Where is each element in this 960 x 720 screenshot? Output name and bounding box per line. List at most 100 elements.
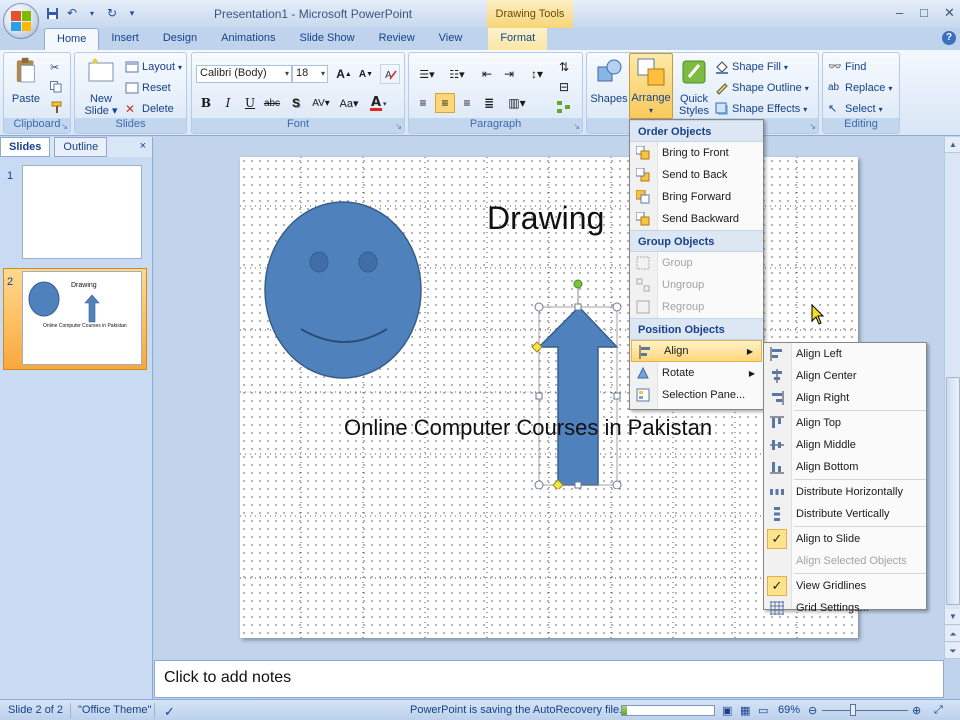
reset-button[interactable]: Reset xyxy=(125,79,171,97)
select-button[interactable]: ↖ Select ▾ xyxy=(828,100,883,118)
next-slide-icon[interactable]: ⏷ xyxy=(945,643,960,659)
slides-pane-tab[interactable]: Slides xyxy=(0,137,51,157)
justify-text-icon[interactable]: ≣ xyxy=(479,93,499,113)
text-direction-icon[interactable]: ⇅ xyxy=(554,57,574,77)
grid-settings-item[interactable]: Grid Settings... xyxy=(764,597,926,619)
smiley-face-shape[interactable] xyxy=(263,197,433,387)
ungroup-item[interactable]: Ungroup xyxy=(630,274,763,296)
customize-qat-icon[interactable]: ▾ xyxy=(124,5,140,21)
selection-pane-item[interactable]: Selection Pane... xyxy=(630,384,763,406)
previous-slide-icon[interactable]: ⏶ xyxy=(945,626,960,642)
clear-formatting-icon[interactable]: A xyxy=(380,64,400,84)
strikethrough-icon[interactable]: abc xyxy=(262,93,282,113)
tab-slide-show[interactable]: Slide Show xyxy=(288,28,367,50)
align-right-item[interactable]: Align Right xyxy=(764,387,926,409)
align-left-text-icon[interactable]: ≡ xyxy=(413,93,433,113)
shapes-button[interactable]: Shapes xyxy=(589,57,629,105)
delete-button[interactable]: ✕ Delete xyxy=(125,100,174,118)
rotate-item[interactable]: Rotate ▶ xyxy=(630,362,763,384)
normal-view-icon[interactable]: ▣ xyxy=(722,704,732,717)
zoom-in-icon[interactable]: ⊕ xyxy=(912,704,921,717)
slide-title[interactable]: Drawing xyxy=(487,200,604,237)
distribute-vertically-item[interactable]: Distribute Vertically xyxy=(764,503,926,525)
tab-animations[interactable]: Animations xyxy=(209,28,287,50)
slide-subtitle[interactable]: Online Computer Courses in Pakistan xyxy=(344,415,712,441)
scroll-down-icon[interactable]: ▼ xyxy=(945,609,960,625)
increase-indent-icon[interactable]: ⇥ xyxy=(499,64,519,84)
align-center-item[interactable]: Align Center xyxy=(764,365,926,387)
text-shadow-icon[interactable]: S xyxy=(286,93,306,113)
office-button[interactable] xyxy=(3,3,39,39)
replace-button[interactable]: ab Replace ▾ xyxy=(828,79,892,97)
zoom-slider-thumb[interactable] xyxy=(850,704,856,716)
font-family-combo[interactable]: Calibri (Body) ▾ xyxy=(196,65,292,83)
align-to-slide-item[interactable]: ✓ Align to Slide xyxy=(764,528,926,550)
underline-icon[interactable]: U xyxy=(240,93,260,113)
vertical-scrollbar[interactable]: ▲ ▼ ⏶ ⏷ xyxy=(944,137,960,659)
shape-effects-button[interactable]: Shape Effects ▾ xyxy=(715,100,807,118)
align-selected-objects-item[interactable]: Align Selected Objects xyxy=(764,550,926,572)
notes-pane[interactable]: Click to add notes xyxy=(154,660,944,698)
close-pane-icon[interactable]: × xyxy=(140,140,146,152)
align-left-item[interactable]: Align Left xyxy=(764,343,926,365)
scroll-up-icon[interactable]: ▲ xyxy=(945,137,960,153)
tab-review[interactable]: Review xyxy=(367,28,427,50)
zoom-out-icon[interactable]: ⊖ xyxy=(808,704,817,717)
shape-outline-button[interactable]: Shape Outline ▾ xyxy=(715,79,809,97)
character-spacing-icon[interactable]: AV▾ xyxy=(308,93,334,113)
maximize-button[interactable]: □ xyxy=(920,5,928,20)
save-icon[interactable] xyxy=(44,5,60,21)
change-case-icon[interactable]: Aa▾ xyxy=(336,93,362,113)
align-top-item[interactable]: Align Top xyxy=(764,412,926,434)
regroup-item[interactable]: Regroup xyxy=(630,296,763,318)
bring-forward-item[interactable]: Bring Forward xyxy=(630,186,763,208)
align-middle-item[interactable]: Align Middle xyxy=(764,434,926,456)
send-backward-item[interactable]: Send Backward xyxy=(630,208,763,230)
smartart-icon[interactable] xyxy=(554,97,574,117)
new-slide-button[interactable]: New Slide ▾ xyxy=(79,57,123,117)
layout-button[interactable]: Layout ▾ xyxy=(125,58,182,76)
font-size-combo[interactable]: 18 ▾ xyxy=(292,65,328,83)
distribute-horizontally-item[interactable]: Distribute Horizontally xyxy=(764,481,926,503)
shrink-font-icon[interactable]: A ▼ xyxy=(356,64,376,84)
font-launcher-icon[interactable]: ↘ xyxy=(395,122,402,131)
align-right-text-icon[interactable]: ≡ xyxy=(457,93,477,113)
tab-format[interactable]: Format xyxy=(488,28,548,50)
slide-sorter-icon[interactable]: ▦ xyxy=(740,704,750,717)
copy-icon[interactable] xyxy=(50,78,62,96)
cut-icon[interactable]: ✂ xyxy=(50,58,59,76)
tab-design[interactable]: Design xyxy=(151,28,209,50)
undo-dropdown-icon[interactable]: ▾ xyxy=(84,5,100,21)
outline-pane-tab[interactable]: Outline xyxy=(54,137,108,157)
decrease-indent-icon[interactable]: ⇤ xyxy=(477,64,497,84)
minimize-button[interactable]: – xyxy=(896,5,903,20)
italic-icon[interactable]: I xyxy=(218,93,238,113)
align-item[interactable]: Align ▶ xyxy=(631,340,762,362)
slide-thumbnail-2[interactable]: Drawing Online Computer Courses in Pakis… xyxy=(22,271,142,365)
zoom-level[interactable]: 69% xyxy=(778,704,800,716)
tab-insert[interactable]: Insert xyxy=(99,28,151,50)
align-bottom-item[interactable]: Align Bottom xyxy=(764,456,926,478)
tab-view[interactable]: View xyxy=(427,28,475,50)
redo-icon[interactable]: ↻ xyxy=(104,5,120,21)
line-spacing-icon[interactable]: ↕▾ xyxy=(523,64,551,84)
zoom-slider-track[interactable] xyxy=(822,710,908,711)
view-gridlines-item[interactable]: ✓ View Gridlines xyxy=(764,575,926,597)
paste-button[interactable]: Paste xyxy=(6,57,46,105)
bullets-icon[interactable]: ☰▾ xyxy=(413,64,441,84)
quick-styles-button[interactable]: Quick Styles xyxy=(672,57,716,117)
numbering-icon[interactable]: ☷▾ xyxy=(443,64,471,84)
shape-fill-button[interactable]: Shape Fill ▾ xyxy=(715,58,788,76)
grow-font-icon[interactable]: A ▲ xyxy=(334,64,354,84)
columns-icon[interactable]: ▥▾ xyxy=(503,93,531,113)
center-text-icon[interactable]: ≡ xyxy=(435,93,455,113)
paragraph-launcher-icon[interactable]: ↘ xyxy=(573,122,580,131)
clipboard-launcher-icon[interactable]: ↘ xyxy=(61,122,68,131)
help-icon[interactable]: ? xyxy=(942,31,956,45)
find-button[interactable]: 👓 Find xyxy=(828,58,866,76)
font-color-icon[interactable]: A ▾ xyxy=(366,93,392,113)
group-item[interactable]: Group xyxy=(630,252,763,274)
align-text-icon[interactable]: ⊟ xyxy=(554,77,574,97)
arrange-button[interactable]: Arrange ▾ xyxy=(629,53,673,119)
send-to-back-item[interactable]: Send to Back xyxy=(630,164,763,186)
